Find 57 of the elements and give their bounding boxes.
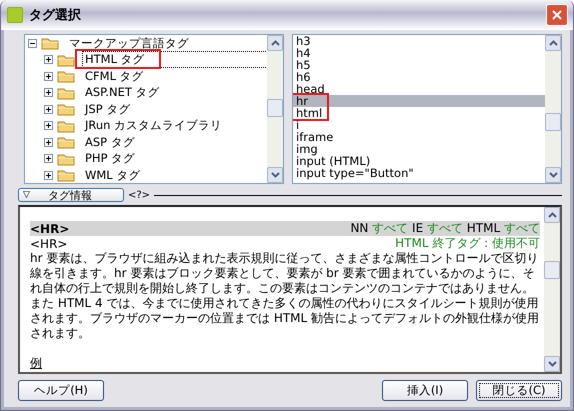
tag-syntax: <HR> — [30, 236, 68, 250]
tag-heading: <HR> — [30, 222, 70, 236]
tag-description: hr 要素は、ブラウザに組み込まれた表示規則に従って、さまざまな属性コントロールで区切り線を引きます。hr 要素はブロック要素として、要素が br 要素で囲まれているかのように、それ自体の行上で規則を開始し終了します。この要素はコンテンツのコンテナではありません。また HTML 4 では、今までに使用されてきた多くの属性の代わりにスタイルシート規則が使用されます。ブラウザのマーカーの位置までは HTML 勧告によってデフォルトの外観仕様が使用されます。 — [30, 251, 540, 341]
list-item[interactable]: iframe — [293, 131, 545, 143]
end-tag-note: HTML 終了タグ : 使用不可 — [395, 235, 540, 252]
scroll-up-button[interactable] — [545, 35, 561, 51]
scroll-down-button[interactable] — [545, 167, 561, 183]
scrollbar[interactable] — [544, 207, 560, 372]
scroll-up-button[interactable] — [267, 35, 283, 51]
list-item[interactable]: h6 — [293, 71, 545, 83]
folder-icon — [41, 36, 59, 50]
list-item[interactable]: hr — [293, 95, 545, 107]
scroll-thumb[interactable] — [545, 113, 561, 131]
list-item[interactable]: html — [293, 107, 545, 119]
tree-item[interactable]: WML タグ — [83, 168, 142, 183]
window-title: タグ選択 — [29, 6, 82, 24]
tree-item[interactable]: CFML タグ — [83, 68, 146, 84]
scrollbar[interactable] — [545, 35, 561, 183]
scroll-down-button[interactable] — [267, 167, 283, 183]
scrollbar[interactable] — [267, 35, 283, 183]
list-item[interactable]: h3 — [293, 35, 545, 47]
tree-item[interactable]: PHP タグ — [83, 151, 138, 166]
tag-help-icon[interactable]: <?> — [128, 190, 150, 200]
tree-item[interactable]: JSP タグ — [83, 102, 132, 117]
example-link[interactable]: 例 — [30, 355, 42, 372]
folder-icon — [57, 118, 75, 133]
app-icon — [7, 6, 23, 22]
tag-info-tab[interactable]: ▽ タグ情報 — [18, 188, 124, 202]
list-item[interactable]: h4 — [293, 47, 545, 59]
close-dialog-button[interactable]: 閉じる(C) — [476, 380, 562, 401]
list-item[interactable]: img — [293, 143, 545, 155]
list-item[interactable]: i — [293, 119, 545, 131]
help-button[interactable]: ヘルプ(H) — [18, 380, 104, 401]
folder-icon — [57, 52, 75, 67]
tree-item[interactable]: HTML タグ — [83, 52, 267, 68]
list-item[interactable]: input (HTML) — [293, 155, 545, 167]
tree-item[interactable]: JRun カスタムライブラリ — [83, 118, 224, 134]
folder-icon — [57, 102, 75, 116]
folder-icon — [57, 168, 75, 182]
folder-icon — [57, 86, 75, 100]
tree-item[interactable]: ASP.NET タグ — [83, 85, 162, 100]
insert-button[interactable]: 挿入(I) — [382, 380, 468, 401]
folder-icon — [57, 152, 75, 166]
tree-item[interactable]: ASP タグ — [83, 134, 137, 150]
scroll-up-button[interactable] — [544, 207, 560, 223]
folder-icon — [57, 135, 75, 150]
close-icon — [551, 8, 563, 20]
tree-item[interactable]: マークアップ言語タグ — [67, 36, 191, 51]
browser-support: NN すべて IE すべて HTML すべて — [350, 220, 540, 237]
scroll-thumb[interactable] — [544, 261, 560, 279]
list-item[interactable]: h5 — [293, 59, 545, 71]
scroll-down-button[interactable] — [544, 356, 560, 372]
list-item[interactable]: input type="Button" — [293, 167, 545, 179]
close-button[interactable] — [546, 4, 568, 26]
scroll-thumb[interactable] — [267, 99, 283, 117]
folder-icon — [57, 69, 75, 84]
list-item[interactable]: head — [293, 83, 545, 95]
